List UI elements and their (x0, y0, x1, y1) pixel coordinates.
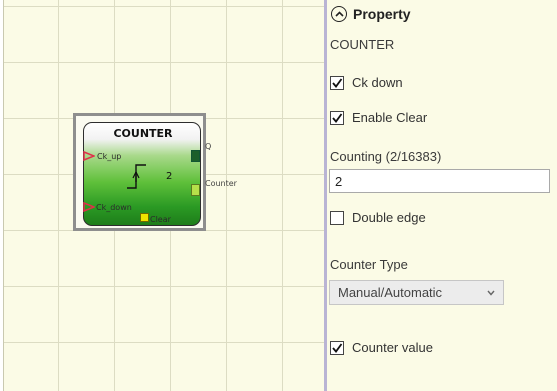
ck-down-label: Ck down (352, 75, 403, 90)
ck-down-checkbox-row[interactable]: Ck down (330, 75, 403, 90)
counter-type-select[interactable]: Manual/Automatic (329, 280, 504, 305)
counter-output-pin[interactable] (191, 184, 200, 196)
counter-type-value: Manual/Automatic (338, 285, 443, 300)
ck-down-checkbox[interactable] (330, 75, 344, 90)
block-title: COUNTER (113, 127, 173, 140)
property-header: Property (331, 6, 411, 22)
q-output-label: Q (205, 142, 212, 151)
q-output-pin[interactable] (191, 150, 200, 162)
counter-type-label: Counter Type (330, 257, 408, 272)
property-panel: Property COUNTER Ck down Enable Clear Co… (327, 0, 557, 391)
double-edge-checkbox[interactable] (330, 210, 344, 225)
counting-input[interactable] (329, 169, 550, 193)
clear-pin[interactable] (140, 213, 149, 222)
enable-clear-checkbox-row[interactable]: Enable Clear (330, 110, 427, 125)
double-edge-label: Double edge (352, 210, 426, 225)
double-edge-checkbox-row[interactable]: Double edge (330, 210, 426, 225)
enable-clear-label: Enable Clear (352, 110, 428, 125)
ck-down-pin-icon[interactable] (83, 202, 95, 212)
counter-value-checkbox-row[interactable]: Counter value (330, 340, 433, 355)
block-counter-value: 2 (166, 171, 173, 182)
clear-pin-label: Clear (150, 215, 171, 224)
enable-clear-checkbox[interactable] (330, 110, 344, 125)
app-window: COUNTER Ck_up Ck_down Clear 2 Q Counter … (0, 0, 557, 391)
counting-label: Counting (2/16383) (330, 149, 442, 164)
counter-output-label: Counter (205, 179, 237, 188)
block-name-label: COUNTER (330, 37, 395, 52)
ck-up-pin-icon[interactable] (83, 151, 95, 161)
property-title: Property (353, 6, 411, 22)
chevron-down-icon (487, 290, 495, 296)
ck-down-pin-label: Ck_down (96, 203, 132, 212)
counter-value-checkbox[interactable] (330, 340, 344, 355)
pulse-edge-icon (127, 164, 146, 189)
collapse-chevron-up-icon[interactable] (331, 6, 347, 22)
ck-up-pin-label: Ck_up (97, 152, 122, 161)
counter-value-label: Counter value (352, 340, 433, 355)
